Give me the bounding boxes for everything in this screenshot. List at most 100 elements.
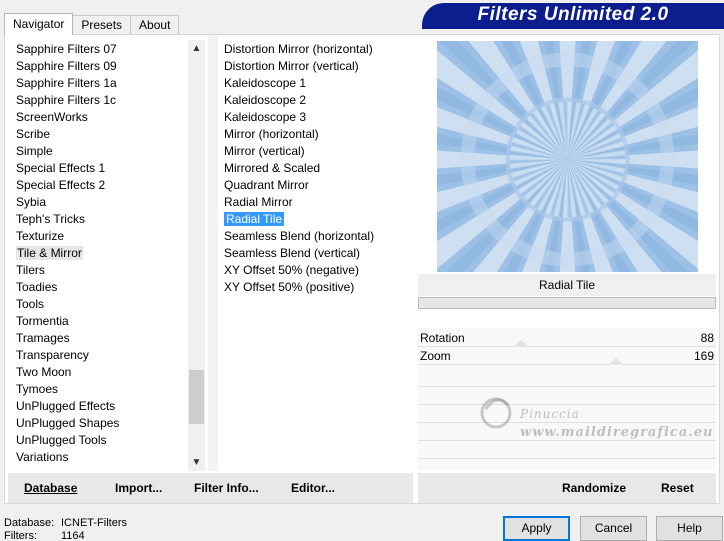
category-item[interactable]: Two Moon: [12, 364, 188, 381]
list-item-label: Two Moon: [16, 365, 72, 379]
category-item[interactable]: Sybia: [12, 194, 188, 211]
tab-about[interactable]: About: [130, 15, 180, 35]
preview-image: [437, 41, 698, 272]
param-label: Rotation: [420, 331, 465, 345]
filter-item[interactable]: Radial Tile: [220, 211, 412, 228]
param-value: 88: [700, 331, 714, 345]
filter-item[interactable]: Radial Mirror: [220, 194, 412, 211]
import-button[interactable]: Import...: [115, 473, 162, 503]
tab-bar: Navigator Presets About: [4, 13, 180, 35]
apply-button[interactable]: Apply: [503, 516, 570, 541]
category-item[interactable]: Special Effects 1: [12, 160, 188, 177]
list-item-label: Sapphire Filters 09: [16, 59, 117, 73]
category-item[interactable]: UnPlugged Effects: [12, 398, 188, 415]
category-item[interactable]: UnPlugged Tools: [12, 432, 188, 449]
filter-item[interactable]: Quadrant Mirror: [220, 177, 412, 194]
category-list[interactable]: Sapphire Filters 07 Sapphire Filters 09 Sa…: [12, 41, 188, 471]
editor-button[interactable]: Editor...: [291, 473, 335, 503]
filter-item[interactable]: Kaleidoscope 1: [220, 75, 412, 92]
list-item-label: Sapphire Filters 1c: [16, 93, 117, 107]
category-item[interactable]: Sapphire Filters 1a: [12, 75, 188, 92]
filter-item[interactable]: Distortion Mirror (vertical): [220, 58, 412, 75]
list-item-label: Kaleidoscope 3: [224, 110, 307, 124]
category-item[interactable]: Tymoes: [12, 381, 188, 398]
category-item[interactable]: Transparency: [12, 347, 188, 364]
list-item-label: Distortion Mirror (horizontal): [224, 42, 373, 56]
param-slider-track[interactable]: [418, 346, 716, 347]
reset-button[interactable]: Reset: [661, 473, 694, 503]
watermark-logo-icon: [480, 397, 512, 429]
scroll-up-arrow-icon[interactable]: ▲: [188, 40, 205, 57]
filter-info-button[interactable]: Filter Info...: [194, 473, 259, 503]
filter-item[interactable]: Mirror (horizontal): [220, 126, 412, 143]
filter-item[interactable]: Distortion Mirror (horizontal): [220, 41, 412, 58]
param-rotation[interactable]: Rotation 88: [418, 330, 716, 347]
list-item-label: UnPlugged Tools: [16, 433, 107, 447]
category-item[interactable]: UnPlugged Shapes: [12, 415, 188, 432]
list-item-label: Kaleidoscope 1: [224, 76, 307, 90]
filter-item[interactable]: XY Offset 50% (negative): [220, 262, 412, 279]
filter-item[interactable]: Seamless Blend (horizontal): [220, 228, 412, 245]
param-slider-track[interactable]: [418, 364, 716, 365]
filter-list[interactable]: Distortion Mirror (horizontal) Distortion…: [220, 41, 412, 471]
tab-presets[interactable]: Presets: [72, 15, 132, 35]
randomize-button[interactable]: Randomize: [562, 473, 626, 503]
category-item[interactable]: Variations: [12, 449, 188, 466]
category-item[interactable]: Sapphire Filters 07: [12, 41, 188, 58]
filter-item[interactable]: Mirrored & Scaled: [220, 160, 412, 177]
list-item-label: ScreenWorks: [16, 110, 88, 124]
help-button[interactable]: Help: [656, 516, 723, 541]
list-item-label: Tile & Mirror: [16, 246, 83, 260]
list-item-label: UnPlugged Effects: [16, 399, 116, 413]
category-item[interactable]: Tormentia: [12, 313, 188, 330]
tab-navigator[interactable]: Navigator: [4, 13, 74, 35]
selected-filter-name: Radial Tile: [418, 274, 716, 296]
list-item-label: Mirrored & Scaled: [224, 161, 321, 175]
filter-item[interactable]: Mirror (vertical): [220, 143, 412, 160]
category-scrollbar[interactable]: ▲ ▼: [188, 40, 205, 471]
empty-param-row: [418, 458, 716, 459]
filter-item[interactable]: Kaleidoscope 3: [220, 109, 412, 126]
filter-item[interactable]: Kaleidoscope 2: [220, 92, 412, 109]
category-item[interactable]: Simple: [12, 143, 188, 160]
cancel-button[interactable]: Cancel: [580, 516, 647, 541]
scrollbar-thumb[interactable]: [189, 370, 204, 424]
category-item[interactable]: Special Effects 2: [12, 177, 188, 194]
database-button[interactable]: Database: [24, 473, 77, 503]
category-item[interactable]: Toadies: [12, 279, 188, 296]
category-item[interactable]: Tilers: [12, 262, 188, 279]
param-zoom[interactable]: Zoom 169: [418, 348, 716, 365]
list-item-label: Toadies: [16, 280, 58, 294]
category-item[interactable]: Tile & Mirror: [12, 245, 188, 262]
category-item[interactable]: Sapphire Filters 1c: [12, 92, 188, 109]
list-item-label: Seamless Blend (horizontal): [224, 229, 375, 243]
list-item-label: Texturize: [16, 229, 65, 243]
list-item-label: Sybia: [16, 195, 47, 209]
category-item[interactable]: Teph's Tricks: [12, 211, 188, 228]
list-item-label: Radial Tile: [224, 212, 285, 226]
list-item-label: Sapphire Filters 07: [16, 42, 117, 56]
category-item[interactable]: ScreenWorks: [12, 109, 188, 126]
list-item-label: Sapphire Filters 1a: [16, 76, 117, 90]
filters-count-label: Filters:: [4, 530, 37, 541]
list-item-label: Tilers: [16, 263, 45, 277]
progress-bar: [418, 297, 716, 309]
list-item-label: Distortion Mirror (vertical): [224, 59, 359, 73]
param-label: Zoom: [420, 349, 451, 363]
database-label: Database:: [4, 517, 55, 529]
filter-item[interactable]: XY Offset 50% (positive): [220, 279, 412, 296]
param-slider-marker-icon[interactable]: [512, 340, 529, 347]
list-item-label: Radial Mirror: [224, 195, 293, 209]
category-item[interactable]: Texturize: [12, 228, 188, 245]
category-item[interactable]: Sapphire Filters 09: [12, 58, 188, 75]
list-item-label: Kaleidoscope 2: [224, 93, 307, 107]
list-item-label: Special Effects 2: [16, 178, 106, 192]
filter-item[interactable]: Seamless Blend (vertical): [220, 245, 412, 262]
list-item-label: XY Offset 50% (positive): [224, 280, 355, 294]
param-slider-marker-icon[interactable]: [607, 358, 624, 365]
list-item-label: Tramages: [16, 331, 70, 345]
scroll-down-arrow-icon[interactable]: ▼: [188, 454, 205, 471]
category-item[interactable]: Scribe: [12, 126, 188, 143]
category-item[interactable]: Tools: [12, 296, 188, 313]
category-item[interactable]: Tramages: [12, 330, 188, 347]
